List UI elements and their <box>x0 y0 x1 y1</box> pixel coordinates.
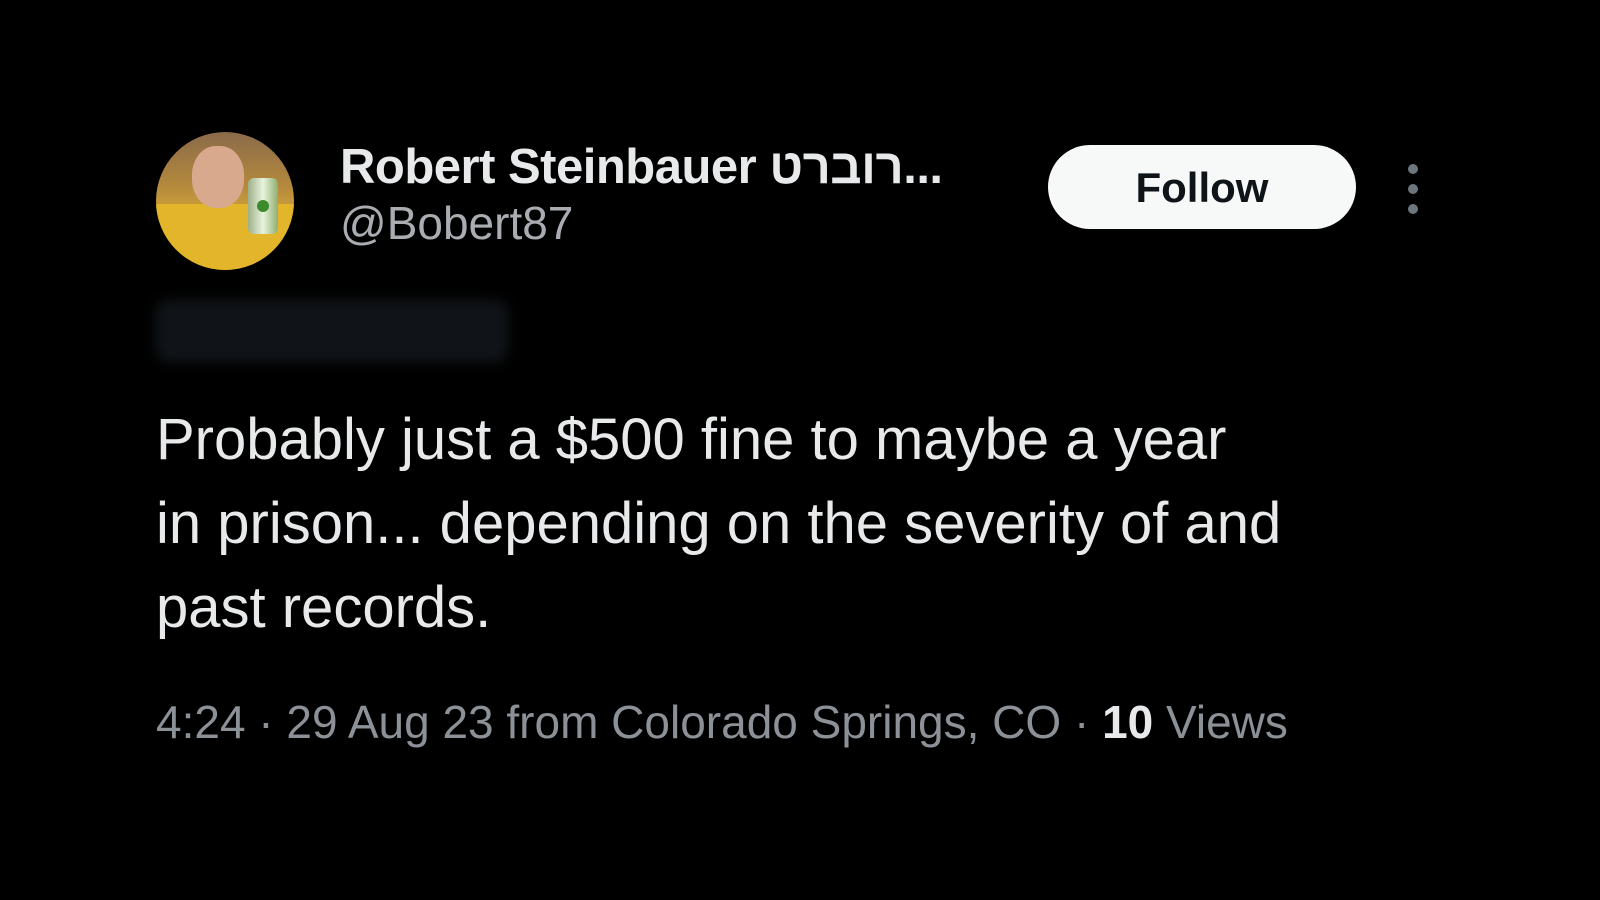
meta-separator: · <box>1061 696 1103 748</box>
tweet-date-location[interactable]: 29 Aug 23 from Colorado Springs, CO <box>286 696 1061 748</box>
meta-separator: · <box>245 696 287 748</box>
avatar-can <box>248 178 278 234</box>
author-block: Robert Steinbauer רוברט... @Bobert87 <box>340 138 990 252</box>
tweet-text-line: Probably just a $500 fine to maybe a yea… <box>156 407 1227 472</box>
more-vertical-icon[interactable] <box>1398 162 1428 216</box>
avatar[interactable] <box>156 132 294 270</box>
views-label: Views <box>1153 696 1288 748</box>
more-dot <box>1408 204 1418 214</box>
follow-button[interactable]: Follow <box>1048 145 1356 229</box>
redacted-region <box>156 300 508 362</box>
more-dot <box>1408 184 1418 194</box>
tweet-text-line: in prison... depending on the severity o… <box>156 491 1282 556</box>
views-count: 10 <box>1102 696 1154 748</box>
tweet-text: Probably just a $500 fine to maybe a yea… <box>156 398 1456 650</box>
more-dot <box>1408 164 1418 174</box>
author-display-name[interactable]: Robert Steinbauer רוברט... <box>340 138 990 196</box>
tweet-card: Robert Steinbauer רוברט... @Bobert87 Fol… <box>0 0 1600 900</box>
tweet-meta: 4:24 · 29 Aug 23 from Colorado Springs, … <box>156 692 1476 752</box>
tweet-text-line: past records. <box>156 575 492 640</box>
tweet-time[interactable]: 4:24 <box>156 696 246 748</box>
avatar-face <box>192 146 244 208</box>
author-handle[interactable]: @Bobert87 <box>340 194 990 252</box>
